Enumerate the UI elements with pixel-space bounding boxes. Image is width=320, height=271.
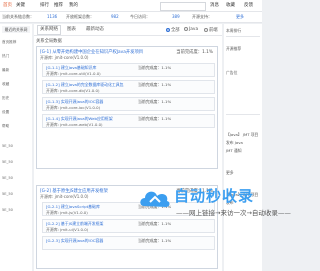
radio-icon bbox=[204, 28, 208, 32]
radio-frontend-label: 前端 bbox=[209, 28, 218, 33]
divider bbox=[226, 36, 260, 37]
sidebar-item[interactable]: 最新 bbox=[2, 68, 9, 73]
right-link[interactable]: 本周排行 bbox=[226, 28, 241, 34]
sidebar-item[interactable]: 设置 bbox=[2, 110, 9, 115]
nav-item-recommend[interactable]: 推荐 bbox=[54, 2, 63, 8]
nav-link-favorites[interactable]: 收藏 bbox=[226, 2, 235, 8]
radio-java-label: Java bbox=[189, 27, 199, 32]
divider bbox=[226, 114, 260, 115]
nav-item-mine[interactable]: 我的 bbox=[69, 2, 78, 8]
project-group-1: [G-1] 从零开始构建中国企业在知识产权Java开发项目 当前完成度：1.1%… bbox=[36, 46, 218, 169]
right-link[interactable]: JMT 通知 bbox=[226, 148, 242, 154]
right-link[interactable]: 【Java】 JMT 项目 bbox=[226, 132, 258, 138]
sidebar-item[interactable]: 历史 bbox=[2, 96, 9, 101]
sidebar-item[interactable]: 5E_50 bbox=[2, 160, 13, 164]
search-input[interactable] bbox=[160, 2, 206, 11]
radio-all[interactable]: 全部 bbox=[166, 27, 180, 33]
radio-frontend[interactable]: 前端 bbox=[204, 27, 218, 33]
stat-label-1: 当前关系链总数： bbox=[2, 14, 34, 19]
stat-value-4[interactable]: 更多 bbox=[236, 14, 244, 20]
item-rate: 当前完成度：1.1% bbox=[138, 238, 172, 243]
watermark: 自动秒收录 ——网上链接→来访一次→自动收录—— bbox=[138, 183, 291, 228]
project-item[interactable]: [G-1.1] 建立Java基础知识库 当前完成度：1.1% 开源库: jmit… bbox=[42, 63, 215, 77]
item-dev: 开源库: jmit-core-db(V1.0.0) bbox=[46, 88, 100, 93]
item-dev: 开源库: jmit-js(V1.0.0) bbox=[46, 210, 88, 215]
project-item[interactable]: [G-1.4] 实现开源Java的Web应用框架 当前完成度：1.1% 开源库:… bbox=[42, 114, 215, 128]
project-item[interactable]: [G-2.3] 实现开源Java的IOC容器 当前完成度：1.1% bbox=[42, 236, 215, 250]
nav-item-key[interactable]: 关键 bbox=[16, 2, 25, 8]
right-sidebar: 本周排行 开源推荐 广告位 【Java】 JMT 项目 发布 Java JMT … bbox=[224, 24, 262, 271]
sidebar-item[interactable]: 热门 bbox=[2, 54, 9, 59]
sidebar-item[interactable]: 5E_50 bbox=[2, 144, 13, 148]
tab-chart[interactable]: 图表 bbox=[65, 26, 78, 34]
left-sidebar: 最近的关系网 首页推荐 热门 最新 收藏 历史 设置 帮助 5E_50 5E_5… bbox=[0, 24, 32, 271]
item-title[interactable]: [G-2.3] 实现开源Java的IOC容器 bbox=[46, 238, 103, 244]
item-rate: 当前完成度：1.1% bbox=[138, 116, 172, 121]
nav-item-rank[interactable]: 排行 bbox=[40, 2, 49, 8]
sidebar-item[interactable]: 帮助 bbox=[2, 124, 9, 129]
group-rate: 当前完成度：1.1% bbox=[176, 50, 213, 55]
right-link[interactable]: 开源推荐 bbox=[226, 46, 241, 52]
right-link[interactable]: 发布 Java bbox=[226, 140, 243, 146]
section-label: 关系全局数据 bbox=[36, 39, 62, 44]
stat-label-2: 开放框架总数： bbox=[66, 14, 94, 19]
sidebar-pill[interactable]: 最近的关系网 bbox=[2, 26, 30, 33]
stat-value-2: 982 bbox=[111, 14, 119, 19]
item-rate: 当前完成度：1.1% bbox=[138, 82, 172, 87]
stat-value-1: 1136 bbox=[47, 14, 58, 19]
sidebar-item[interactable]: 5E_50 bbox=[2, 176, 13, 180]
stat-label-4: 开源支持： bbox=[192, 14, 212, 19]
stats-bar: 当前关系链总数： 1136 开放框架总数： 982 今日访问： 389 开源支持… bbox=[0, 12, 262, 23]
sidebar-item[interactable]: 5E_50 bbox=[2, 192, 13, 196]
nav-link-feedback[interactable]: 反馈 bbox=[244, 2, 253, 8]
sidebar-item[interactable]: 首页推荐 bbox=[2, 40, 16, 45]
radio-selected-icon bbox=[166, 28, 170, 32]
sidebar-item[interactable]: 收藏 bbox=[2, 82, 9, 87]
right-link[interactable]: 更多 bbox=[226, 170, 234, 176]
main-panel: 关系网络 图表 最新动态 全部 Java 前端 关系全局数据 [G-1] 从零开… bbox=[34, 24, 222, 271]
radio-java[interactable]: Java bbox=[184, 27, 198, 32]
item-dev: 开源库: jmit-core-util(V1.0.0) bbox=[46, 71, 101, 76]
watermark-title: 自动秒收录 bbox=[174, 187, 255, 205]
tab-latest[interactable]: 最新动态 bbox=[84, 26, 106, 34]
project-item[interactable]: [G-1.3] 实现开源Java的IOC容器 当前完成度：1.1% 开源库: j… bbox=[42, 97, 215, 111]
top-navbar: 首页 关键 排行 推荐 我的 消息 收藏 反馈 bbox=[0, 0, 262, 12]
group-dev: 开源库: jmit-core(V1.0.0) bbox=[40, 55, 89, 60]
radio-icon bbox=[184, 27, 188, 31]
tab-network[interactable]: 关系网络 bbox=[37, 25, 61, 35]
right-link[interactable]: 广告位 bbox=[226, 70, 237, 76]
item-dev: 开源库: jmit-ui(V1.0.0) bbox=[46, 227, 89, 232]
tab-bar: 关系网络 图表 最新动态 全部 Java 前端 bbox=[34, 24, 222, 36]
radio-all-label: 全部 bbox=[171, 28, 180, 33]
nav-item-home[interactable]: 首页 bbox=[3, 2, 12, 8]
item-rate: 当前完成度：1.1% bbox=[138, 65, 172, 70]
group-dev: 开源库: jmit-core(V1.0.0) bbox=[40, 194, 89, 199]
stat-label-3: 今日访问： bbox=[130, 14, 150, 19]
nav-link-messages[interactable]: 消息 bbox=[210, 2, 219, 8]
item-dev: 开源库: jmit-core-web(V1.0.0) bbox=[46, 122, 103, 127]
item-rate: 当前完成度：1.1% bbox=[138, 99, 172, 104]
watermark-subtitle: ——网上链接→来访一次→自动收录—— bbox=[176, 209, 291, 217]
cloud-logo-icon bbox=[140, 191, 170, 207]
stat-value-3: 389 bbox=[172, 14, 180, 19]
sidebar-item[interactable]: 5E_50 bbox=[2, 208, 13, 212]
project-item[interactable]: [G-1.2] 建立Java的完全数据库驱动化工具包 当前完成度：1.1% 开源… bbox=[42, 80, 215, 94]
item-dev: 开源库: jmit-core-ioc(V1.0.0) bbox=[46, 105, 101, 110]
